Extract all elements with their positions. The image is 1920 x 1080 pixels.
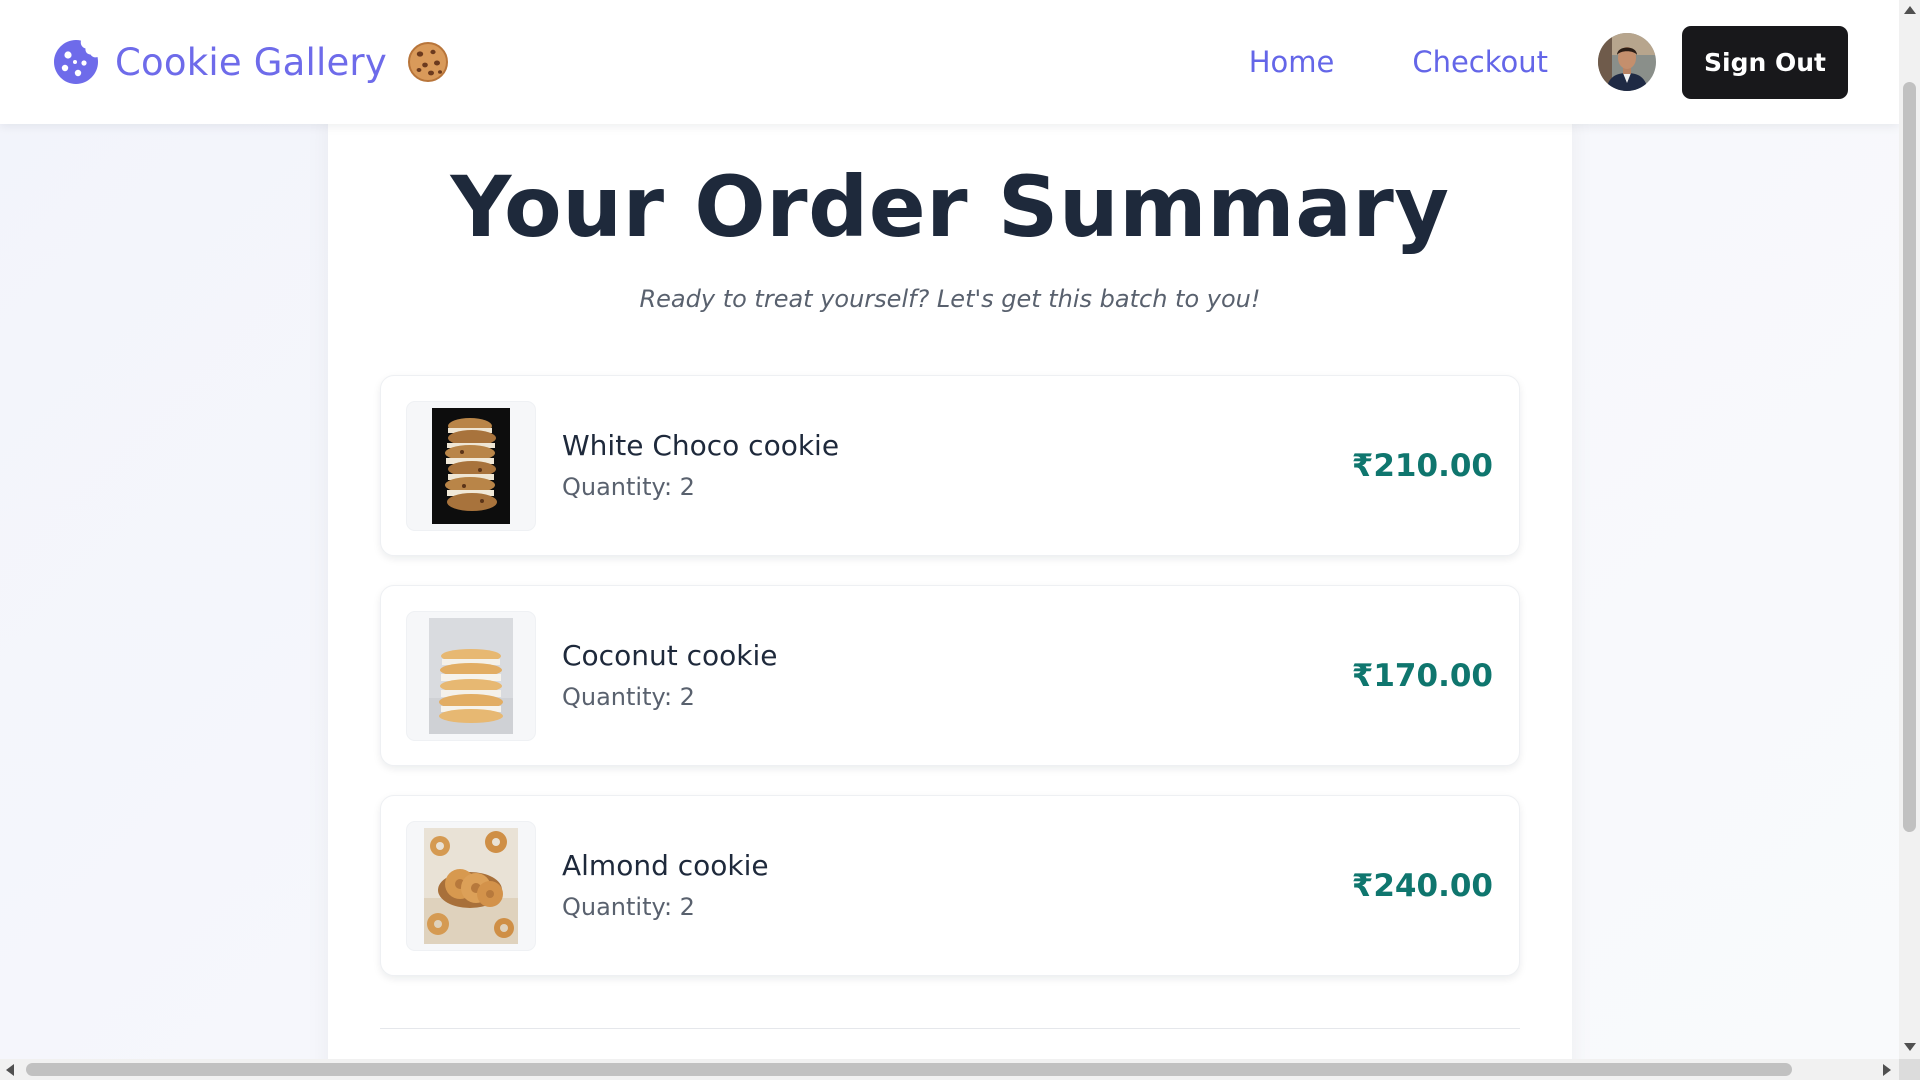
nav-link-home[interactable]: Home [1249,45,1335,79]
brand-name: Cookie Gallery [115,40,387,84]
vertical-scroll-thumb[interactable] [1903,82,1916,832]
summary-divider [380,1028,1520,1029]
navbar: Cookie Gallery Home Checkout Sign Out [0,0,1899,124]
sign-out-button[interactable]: Sign Out [1682,25,1848,99]
order-item: White Choco cookie Quantity: 2 ₹210.00 [380,375,1520,556]
scroll-down-arrow-icon[interactable] [1904,1043,1916,1051]
item-name: Coconut cookie [562,639,778,672]
white-choco-cookie-image [432,408,510,524]
scrollbar-corner [1899,1059,1920,1080]
nav-link-checkout[interactable]: Checkout [1412,45,1548,79]
cookie-logo-icon [54,40,98,84]
item-quantity: Quantity: 2 [562,893,695,921]
avatar[interactable] [1598,33,1656,91]
item-name: Almond cookie [562,849,769,882]
item-price: ₹210.00 [1351,448,1493,484]
item-quantity: Quantity: 2 [562,683,695,711]
coconut-cookie-image [429,618,513,734]
vertical-scrollbar[interactable] [1899,0,1920,1059]
scroll-left-arrow-icon[interactable] [6,1064,14,1076]
almond-cookie-image [424,828,518,944]
item-name: White Choco cookie [562,429,840,462]
horizontal-scrollbar[interactable] [0,1059,1920,1080]
cookie-emoji-icon [407,42,448,82]
page-title: Your Order Summary [450,158,1450,256]
scroll-up-arrow-icon[interactable] [1904,6,1916,14]
horizontal-scroll-thumb[interactable] [26,1063,1792,1076]
product-image-frame [406,821,536,951]
item-price: ₹240.00 [1351,868,1493,904]
nav-right: Home Checkout Sign Out [1249,25,1848,99]
page-subtitle: Ready to treat yourself? Let's get this … [639,285,1261,313]
order-summary-card: Your Order Summary Ready to treat yourse… [328,110,1572,1059]
order-item: Coconut cookie Quantity: 2 ₹170.00 [380,585,1520,766]
page-viewport: Cookie Gallery Home Checkout Sign Out Yo… [0,0,1899,1059]
brand[interactable]: Cookie Gallery [51,37,449,87]
item-quantity: Quantity: 2 [562,473,695,501]
item-price: ₹170.00 [1351,658,1493,694]
product-image-frame [406,401,536,531]
product-image-frame [406,611,536,741]
order-items-list: White Choco cookie Quantity: 2 ₹210.00 C… [380,375,1520,1005]
scroll-right-arrow-icon[interactable] [1883,1064,1891,1076]
user-avatar-icon [1598,33,1656,91]
order-item: Almond cookie Quantity: 2 ₹240.00 [380,795,1520,976]
